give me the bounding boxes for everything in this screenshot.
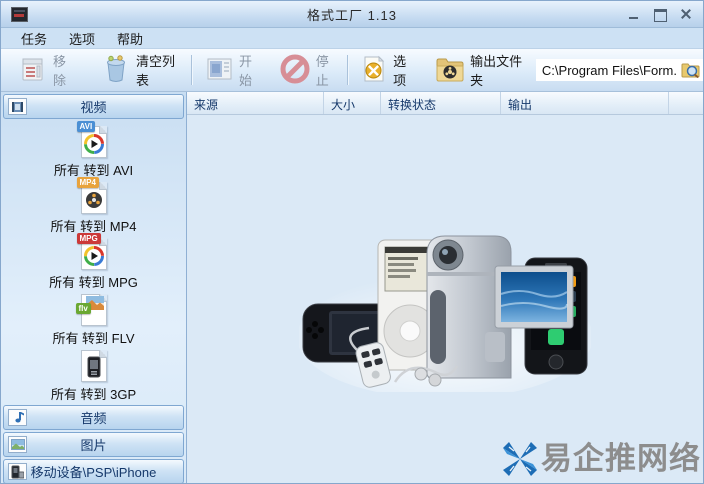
video-section-icon: [8, 98, 27, 115]
sidebar-section-picture[interactable]: 图片: [3, 432, 184, 457]
mpg-player-icon: [83, 246, 104, 266]
stop-label: 停止: [315, 54, 329, 88]
start-icon: [204, 55, 234, 86]
output-folder-icon: [435, 55, 465, 86]
table-header: 来源 大小 转换状态 输出: [187, 92, 703, 115]
minimize-icon[interactable]: [625, 5, 643, 23]
item-label: 所有 转到 MPG: [49, 275, 138, 290]
audio-section-icon: [8, 409, 27, 426]
clear-list-button[interactable]: 清空列表: [94, 48, 186, 92]
item-label: 所有 转到 3GP: [50, 387, 137, 402]
mobile-device-icon: [8, 463, 27, 480]
toolbar: 移除 清空列表 开始 停止 选项 输出文件夹 C:\Program Files\…: [1, 49, 703, 92]
sidebar-item-all-to-flv[interactable]: flv 所有 转到 FLV: [1, 291, 186, 347]
mp4-tag: MP4: [76, 177, 99, 188]
sidebar-item-all-to-avi[interactable]: AVI 所有 转到 AVI: [1, 121, 186, 179]
maximize-icon[interactable]: [651, 5, 669, 23]
options-icon: [360, 54, 388, 87]
app-window: 格式工厂 1.13 任务 选项 帮助 移除 清空列表 开始 停止 选项 输出文件…: [0, 0, 704, 484]
sidebar-section-audio[interactable]: 音频: [3, 405, 184, 430]
watermark-text: 易企推网络: [541, 440, 701, 477]
sidebar: 视频 AVI 所有 转到 AVI MP4 所有 转到 MP4 MPG 所有 转到…: [1, 92, 187, 483]
sidebar-section-video[interactable]: 视频: [3, 94, 184, 119]
avi-player-icon: [83, 134, 104, 154]
start-button[interactable]: 开始: [197, 48, 266, 92]
picture-section-label: 图片: [80, 438, 107, 453]
mobile-section-label: 移动设备\PSP\iPhone: [30, 465, 157, 480]
remove-icon: [20, 55, 48, 86]
flv-tag: flv: [75, 303, 91, 314]
phone-3gp-icon: [87, 356, 100, 378]
stop-button[interactable]: 停止: [272, 48, 343, 92]
output-path-field[interactable]: C:\Program Files\Form.: [535, 59, 703, 81]
watermark-logo-icon: [503, 442, 537, 476]
menu-options[interactable]: 选项: [65, 28, 99, 49]
browse-folder-icon[interactable]: [681, 61, 701, 79]
remove-button[interactable]: 移除: [13, 48, 80, 92]
video-section-label: 视频: [80, 100, 107, 115]
menu-help[interactable]: 帮助: [113, 28, 147, 49]
column-convert-state[interactable]: 转换状态: [381, 92, 501, 114]
task-list-panel: 来源 大小 转换状态 输出 易企推网络: [187, 92, 703, 483]
output-path-value: C:\Program Files\Form.: [541, 62, 677, 78]
output-folder-label: 输出文件夹: [470, 54, 523, 88]
column-filler: [669, 92, 703, 114]
column-output[interactable]: 输出: [501, 92, 669, 114]
watermark: 易企推网络: [499, 438, 701, 480]
titlebar: 格式工厂 1.13: [1, 1, 703, 28]
toolbar-separator: [347, 55, 349, 85]
trash-icon: [101, 54, 131, 87]
item-label: 所有 转到 FLV: [52, 331, 135, 346]
output-folder-button[interactable]: 输出文件夹: [428, 48, 532, 92]
picture-section-icon: [8, 436, 27, 453]
sidebar-section-mobile-devices[interactable]: 移动设备\PSP\iPhone: [3, 459, 184, 483]
stop-icon: [279, 53, 311, 88]
mpg-tag: MPG: [76, 233, 101, 244]
audio-section-label: 音频: [80, 411, 107, 426]
start-label: 开始: [238, 54, 252, 88]
options-label: 选项: [393, 54, 407, 88]
sidebar-item-all-to-3gp[interactable]: 所有 转到 3GP: [1, 347, 186, 403]
remove-label: 移除: [53, 54, 67, 88]
mp4-reel-icon: [85, 192, 102, 208]
clear-list-label: 清空列表: [135, 54, 175, 88]
window-title: 格式工厂 1.13: [307, 7, 397, 23]
sidebar-item-all-to-mpg[interactable]: MPG 所有 转到 MPG: [1, 233, 186, 291]
column-source[interactable]: 来源: [187, 92, 324, 114]
devices-illustration: [299, 235, 591, 392]
toolbar-separator: [191, 55, 192, 85]
menubar: 任务 选项 帮助: [1, 28, 703, 49]
column-size[interactable]: 大小: [324, 92, 381, 114]
sidebar-item-all-to-mp4[interactable]: MP4 所有 转到 MP4: [1, 177, 186, 235]
close-icon[interactable]: [677, 5, 695, 23]
avi-tag: AVI: [76, 121, 96, 132]
options-button[interactable]: 选项: [353, 48, 420, 92]
menu-task[interactable]: 任务: [17, 28, 51, 49]
